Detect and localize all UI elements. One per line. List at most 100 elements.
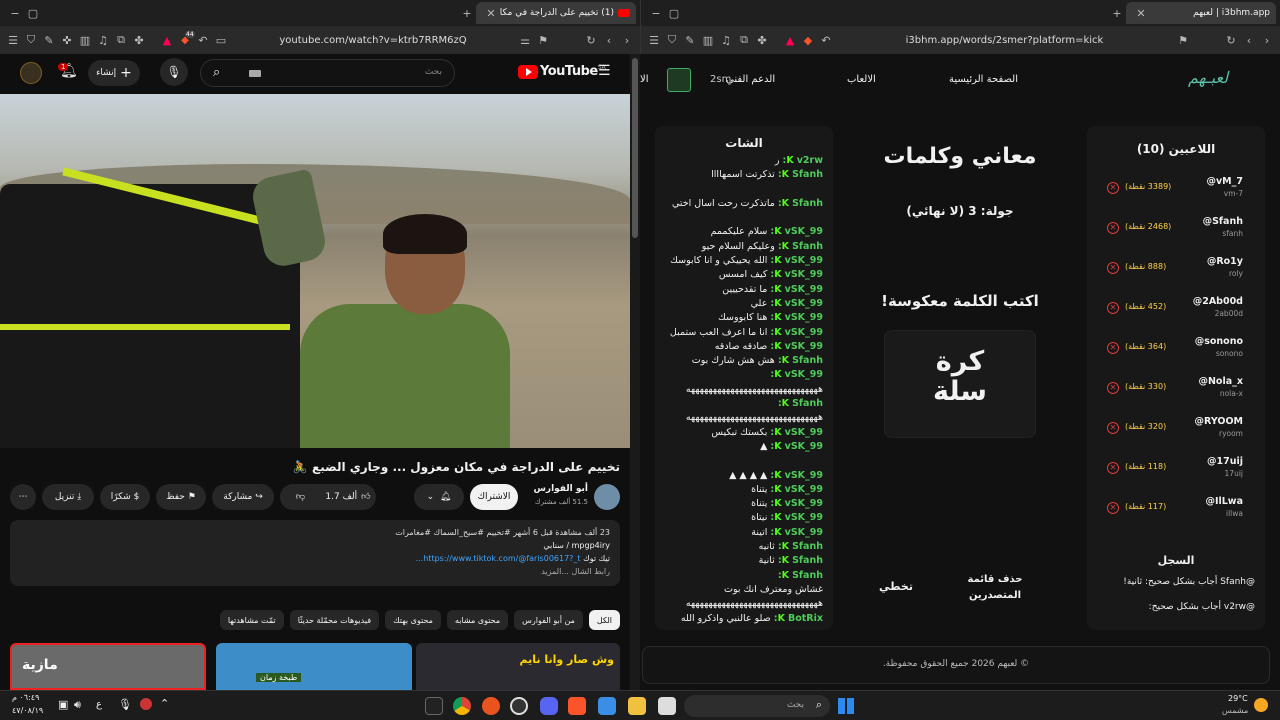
description-more[interactable]: رابط الشال ...المزيد xyxy=(20,565,610,578)
tune-icon[interactable]: ⚌ xyxy=(516,34,534,47)
rewards-icon[interactable]: ▲ xyxy=(781,34,799,47)
delete-leaderboard-button[interactable]: حذف قائمة المتصدرين xyxy=(962,572,1028,604)
more-actions-button[interactable]: ⋯ xyxy=(10,484,36,510)
scrollbar-thumb[interactable] xyxy=(632,58,638,238)
bookmark-icon[interactable]: ⚑ xyxy=(534,34,552,47)
remove-player-icon[interactable]: ✕ xyxy=(1107,462,1119,474)
nav-home[interactable]: الصفحة الرئيسية xyxy=(949,74,1018,85)
video-description[interactable]: 23 ألف مشاهدة قبل 6 أشهر #تخييم #سيح_الس… xyxy=(10,520,620,586)
remove-player-icon[interactable]: ✕ xyxy=(1107,302,1119,314)
active-tab-right[interactable]: ✕ لعبهم | i3bhm.app xyxy=(1126,2,1276,24)
task-view-icon[interactable] xyxy=(658,697,676,715)
screenshot-icon[interactable]: ⧉ xyxy=(735,33,753,47)
puzzle-icon[interactable]: ✤ xyxy=(130,34,148,47)
app-orange-icon[interactable] xyxy=(482,697,500,715)
share-button[interactable]: مشاركة ↪ xyxy=(212,484,274,510)
nav-games[interactable]: الالعاب xyxy=(847,74,876,85)
weather-desc[interactable]: مشمس xyxy=(1222,706,1248,715)
chip-from-channel[interactable]: من أبو الفوارس xyxy=(514,610,583,630)
avatar[interactable] xyxy=(20,62,42,84)
notification-center-icon[interactable]: ▣ xyxy=(58,698,68,711)
channel-avatar[interactable] xyxy=(594,484,620,510)
remove-player-icon[interactable]: ✕ xyxy=(1107,182,1119,194)
chrome-icon[interactable] xyxy=(453,697,471,715)
file-explorer-icon[interactable] xyxy=(628,697,646,715)
page-scrollbar[interactable] xyxy=(630,54,640,690)
remove-player-icon[interactable]: ✕ xyxy=(1107,382,1119,394)
related-thumb-2[interactable]: طبخة زمان xyxy=(216,643,412,690)
taskbar-search-input[interactable]: بحث xyxy=(787,700,804,710)
chip-recent[interactable]: فيديوهات محمّلة حديثًا xyxy=(289,610,380,630)
close-tab-icon[interactable]: ✕ xyxy=(1132,7,1150,20)
clock-time[interactable]: ٠٦:٤٩ م xyxy=(12,693,39,702)
window-icon[interactable]: ▢ xyxy=(665,7,683,20)
url-field[interactable]: youtube.com/watch?v=ktrb7RRM6zQ xyxy=(230,35,516,46)
chip-all[interactable]: الكل xyxy=(588,610,620,630)
remove-player-icon[interactable]: ✕ xyxy=(1107,222,1119,234)
mic-button[interactable]: 🎙︎ xyxy=(160,58,188,86)
save-button[interactable]: حفظ ⚑ xyxy=(156,484,206,510)
nav-cut-item[interactable]: الا xyxy=(640,74,648,85)
pin-icon[interactable]: ✎ xyxy=(681,34,699,47)
guide-menu-icon[interactable]: ☰ xyxy=(598,63,611,79)
forward-icon[interactable]: › xyxy=(1258,34,1276,47)
chip-watched[interactable]: تمّت مشاهدتها xyxy=(219,610,284,630)
volume-icon[interactable]: 🔊︎ xyxy=(74,698,81,712)
music-icon[interactable]: ♫ xyxy=(94,34,112,47)
forward-icon[interactable]: › xyxy=(618,34,636,47)
hamburger-menu-icon[interactable]: ☰ xyxy=(4,34,22,47)
search-box[interactable]: ⌕ بحث xyxy=(200,59,455,87)
description-link[interactable]: https://www.tiktok.com/@faris00617?_t... xyxy=(416,554,581,563)
sidebar-icon[interactable]: ▥ xyxy=(699,34,717,47)
keyboard-icon[interactable] xyxy=(249,70,261,77)
remove-player-icon[interactable]: ✕ xyxy=(1107,502,1119,514)
remove-player-icon[interactable]: ✕ xyxy=(1107,422,1119,434)
search-input[interactable]: بحث xyxy=(425,67,442,77)
weather-temp[interactable]: 29°C xyxy=(1228,694,1248,703)
close-tab-icon[interactable]: ✕ xyxy=(482,7,500,20)
cast-icon[interactable]: ▭ xyxy=(212,34,230,47)
create-button[interactable]: إنشاء + xyxy=(88,60,140,86)
menu-icon[interactable]: − xyxy=(647,7,665,20)
app-tray-icon[interactable] xyxy=(140,698,152,710)
thanks-button[interactable]: شكرًا $ xyxy=(100,484,150,510)
download-button[interactable]: تنزيل ⤓ xyxy=(42,484,94,510)
brave-shield-icon[interactable]: ◆ 44 xyxy=(176,30,195,46)
channel-name[interactable]: أبو الفوارس xyxy=(533,484,588,494)
notification-bell-button[interactable]: ⌄ 🔔︎ xyxy=(414,484,464,510)
skip-button[interactable]: تخطي xyxy=(876,580,916,593)
related-thumb-1[interactable]: وش صار وانا نايم xyxy=(416,643,620,690)
chip-similar[interactable]: محتوى مشابه xyxy=(446,610,509,630)
microphone-icon[interactable]: 🎙︎ xyxy=(118,698,132,711)
windows-start-icon[interactable] xyxy=(838,698,854,714)
pin-icon[interactable]: ✎ xyxy=(40,34,58,47)
video-player[interactable] xyxy=(0,94,630,448)
back-icon[interactable]: ‹ xyxy=(1240,34,1258,47)
reload-icon[interactable]: ↻ xyxy=(1222,34,1240,47)
photos-icon[interactable] xyxy=(598,697,616,715)
music-icon[interactable]: ♫ xyxy=(717,34,735,47)
nav-support[interactable]: الدعم الفني xyxy=(726,74,775,85)
undo-icon[interactable]: ↶ xyxy=(194,34,212,47)
sidebar-icon[interactable]: ▥ xyxy=(76,34,94,47)
youtube-logo[interactable]: YouTube SA xyxy=(518,64,606,79)
discord-icon[interactable] xyxy=(540,697,558,715)
new-tab-icon[interactable]: + xyxy=(1108,7,1126,20)
chip-interesting[interactable]: محتوى بهتك xyxy=(385,610,441,630)
related-thumb-3[interactable]: مازية xyxy=(10,643,206,690)
extension-icon[interactable]: ✜ xyxy=(58,34,76,47)
remove-player-icon[interactable]: ✕ xyxy=(1107,262,1119,274)
brave-shield-icon[interactable]: ◆ xyxy=(799,34,817,47)
like-icon[interactable]: 👍︎ xyxy=(361,492,370,502)
subscribe-button[interactable]: الاشتراك xyxy=(470,484,518,510)
dislike-button[interactable]: 👎︎ xyxy=(285,492,315,502)
new-tab-icon[interactable]: + xyxy=(458,7,476,20)
taskbar-search[interactable]: ⌕ بحث xyxy=(684,695,830,717)
undo-icon[interactable]: ↶ xyxy=(817,34,835,47)
reload-icon[interactable]: ↻ xyxy=(582,34,600,47)
language-indicator[interactable]: ع xyxy=(96,699,102,710)
puzzle-icon[interactable]: ✤ xyxy=(753,34,771,47)
brave-icon[interactable] xyxy=(568,697,586,715)
window-icon[interactable]: ▢ xyxy=(24,7,42,20)
rewards-icon[interactable]: ▲ xyxy=(158,34,176,47)
